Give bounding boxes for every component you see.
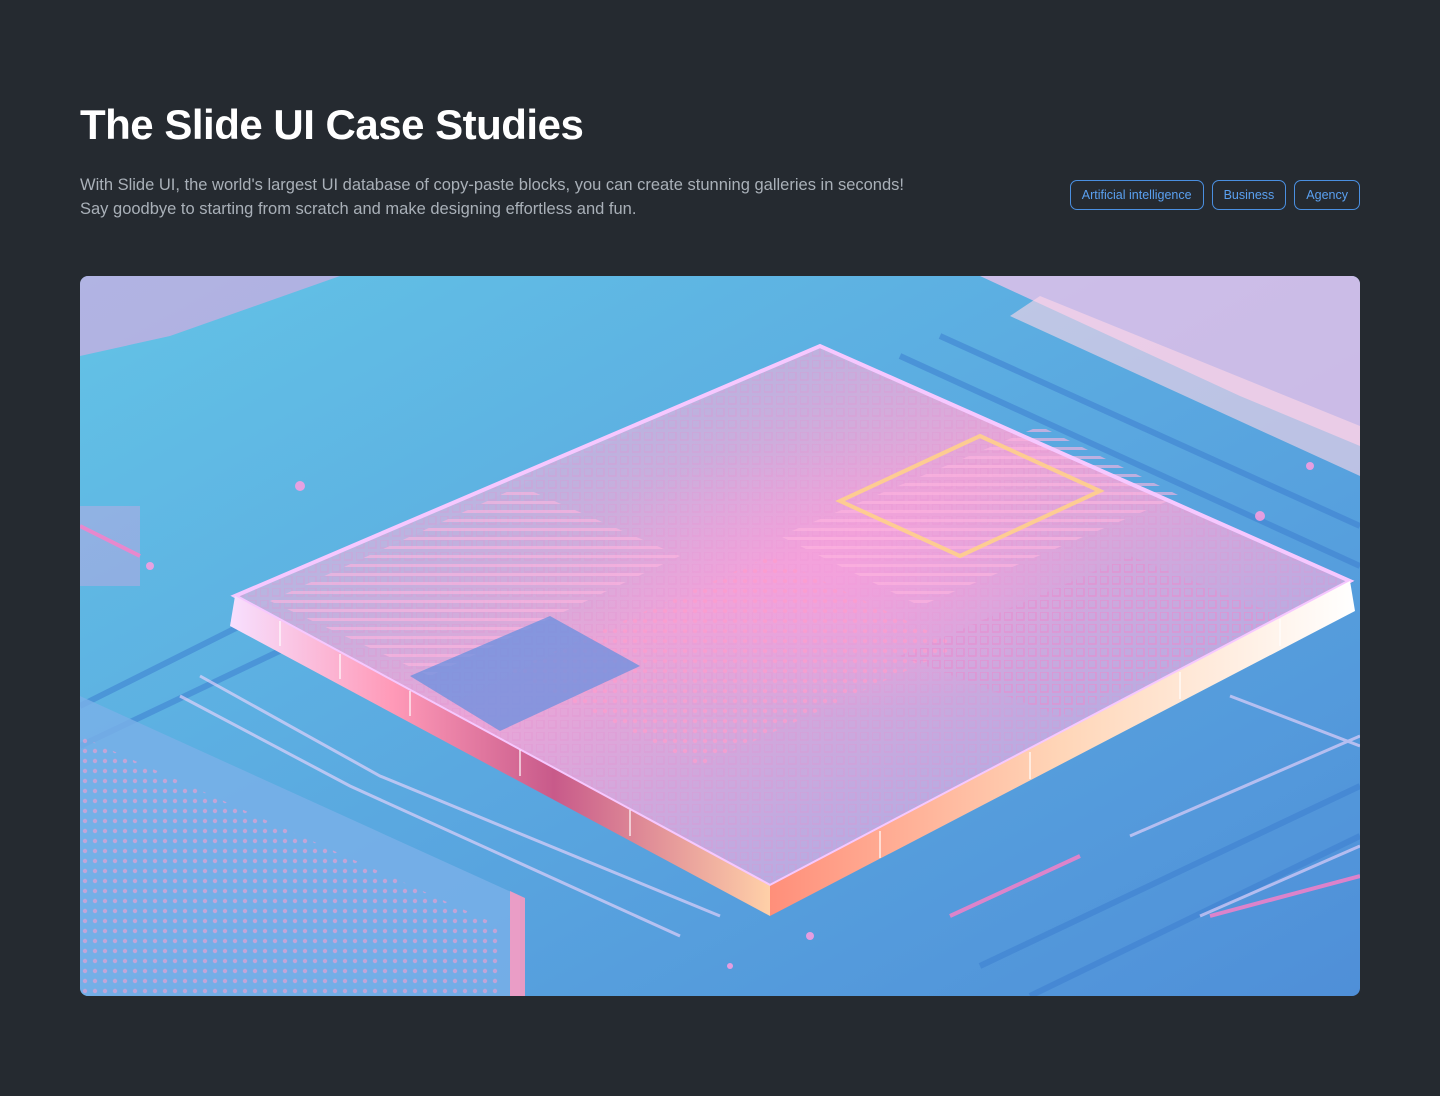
tag-agency[interactable]: Agency: [1294, 180, 1360, 210]
hero-image: [80, 276, 1360, 996]
tag-business[interactable]: Business: [1211, 180, 1287, 210]
page-title: The Slide UI Case Studies: [80, 101, 584, 148]
microchip-illustration: [80, 276, 1360, 996]
case-studies-page: The Slide UI Case Studies With Slide UI,…: [0, 0, 1440, 1096]
tag-list: Artificial intelligence Business Agency: [1069, 180, 1360, 210]
description-line-2: Say goodbye to starting from scratch and…: [80, 200, 637, 218]
tag-artificial-intelligence[interactable]: Artificial intelligence: [1069, 180, 1204, 210]
description-line-1: With Slide UI, the world's largest UI da…: [80, 176, 904, 194]
page-description: With Slide UI, the world's largest UI da…: [80, 173, 960, 221]
